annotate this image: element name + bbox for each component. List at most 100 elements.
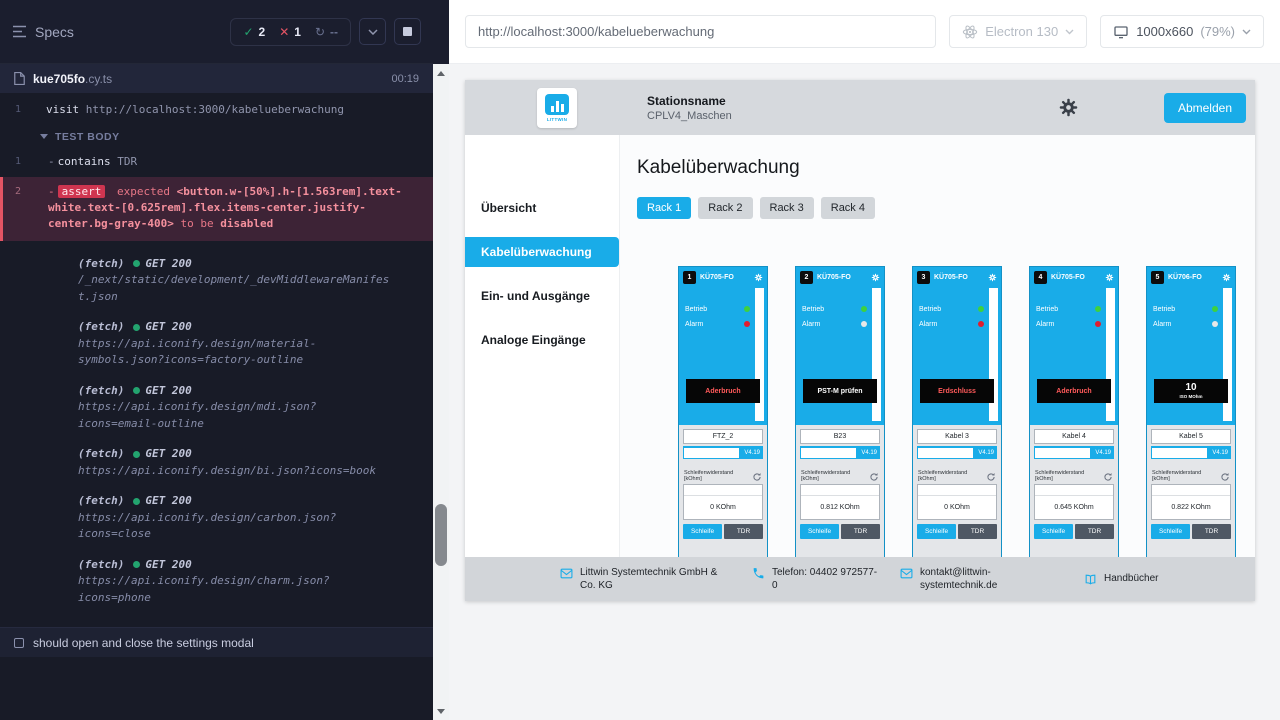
command-method: contains	[58, 155, 111, 168]
refresh-icon[interactable]	[869, 472, 879, 482]
fetch-status: GET 200	[145, 557, 191, 574]
network-log-entry[interactable]: (fetch)GET 200/_next/static/development/…	[0, 249, 433, 313]
command-visit[interactable]: 1 visit http://localhost:3000/kabelueber…	[0, 99, 433, 121]
card-gear-icon[interactable]	[1105, 273, 1114, 282]
aut-toolbar: http://localhost:3000/kabelueberwachung …	[449, 0, 1280, 64]
browser-selector[interactable]: Electron 130	[949, 15, 1087, 48]
cross-icon: ✕	[279, 25, 289, 39]
url-bar[interactable]: http://localhost:3000/kabelueberwachung	[465, 15, 936, 48]
footer-item: kontakt@littwin-systemtechnik.de	[900, 566, 1042, 592]
app-body: Übersicht Kabelüberwachung Ein- und Ausgän…	[465, 135, 1255, 601]
command-assert-failed[interactable]: 2 -assert expected <button.w-[50%].h-[1.…	[0, 177, 433, 241]
betrieb-led	[861, 306, 867, 312]
network-log-entry[interactable]: (fetch)GET 200https://api.iconify.design…	[0, 439, 433, 486]
network-log-entry[interactable]: (fetch)GET 200https://api.iconify.design…	[0, 312, 433, 376]
status-display: 10ISO MOhm	[1154, 379, 1228, 403]
specs-menu[interactable]: Specs	[12, 24, 74, 40]
refresh-icon[interactable]	[986, 472, 996, 482]
betrieb-row: Betrieb	[796, 305, 884, 313]
rack-tab[interactable]: Rack 4	[821, 197, 875, 219]
card-gear-icon[interactable]	[871, 273, 880, 282]
rack-tab[interactable]: Rack 1	[637, 197, 691, 219]
alarm-row: Alarm	[1147, 320, 1235, 328]
firmware-version: V4.19	[978, 450, 997, 456]
value-box-top	[801, 485, 879, 496]
pending-test[interactable]: should open and close the settings modal	[0, 627, 433, 657]
cypress-reporter: Specs ✓2 ✕1 ↻-- kue705fo.cy.ts 00:19	[0, 0, 433, 720]
resistance-value: 0.822 KOhm	[1152, 496, 1230, 519]
tdr-button[interactable]: TDR	[958, 524, 997, 539]
alarm-label: Alarm	[1036, 321, 1054, 328]
schleife-button[interactable]: Schleife	[1034, 524, 1073, 539]
rack-tab[interactable]: Rack 3	[760, 197, 814, 219]
littwin-logo: LITTWIN	[537, 88, 577, 128]
refresh-icon[interactable]	[752, 472, 762, 482]
logo-text: LITTWIN	[547, 117, 567, 122]
card-gear-icon[interactable]	[1222, 273, 1231, 282]
network-log-entry[interactable]: (fetch)GET 200https://api.iconify.design…	[0, 376, 433, 440]
command-log: 1 visit http://localhost:3000/kabelueber…	[0, 93, 433, 720]
nav-item[interactable]: Ein- und Ausgänge	[465, 281, 619, 311]
resistance-value: 0.645 KOhm	[1035, 496, 1113, 519]
settings-gear-icon[interactable]	[1058, 97, 1079, 118]
tdr-button[interactable]: TDR	[841, 524, 880, 539]
child-dash: -	[48, 155, 55, 168]
card-model: KÜ705-FO	[700, 274, 750, 281]
nav-item[interactable]: Kabelüberwachung	[465, 237, 619, 267]
value-box-top	[918, 485, 996, 496]
scrollbar-track[interactable]	[433, 64, 449, 720]
nav-item[interactable]: Analoge Eingänge	[465, 325, 619, 355]
betrieb-label: Betrieb	[685, 306, 707, 313]
status-display: Erdschluss	[920, 379, 994, 403]
chevron-down-icon	[368, 29, 378, 35]
mail-icon	[900, 567, 913, 580]
card-number: 5	[1151, 271, 1164, 284]
footer-item: Handbücher	[1084, 572, 1158, 586]
rack-tab[interactable]: Rack 2	[698, 197, 752, 219]
network-log-entry[interactable]: (fetch)GET 200https://api.iconify.design…	[0, 486, 433, 550]
resistance-value-box: 0.645 KOhm	[1034, 484, 1114, 520]
station-info: Stationsname CPLV4_Maschen	[647, 94, 732, 122]
schleife-button[interactable]: Schleife	[1151, 524, 1190, 539]
app-header: LITTWIN Stationsname CPLV4_Maschen Abmel…	[465, 80, 1255, 135]
spec-header[interactable]: kue705fo.cy.ts 00:19	[0, 64, 433, 93]
schleife-button[interactable]: Schleife	[800, 524, 839, 539]
version-field	[1035, 448, 1090, 458]
schleife-button[interactable]: Schleife	[917, 524, 956, 539]
version-row: V4.19	[1151, 446, 1231, 459]
viewport-selector[interactable]: 1000x660 (79%)	[1100, 15, 1264, 48]
cable-name-field[interactable]: FTZ_2	[683, 429, 763, 444]
card-gear-icon[interactable]	[988, 273, 997, 282]
schleife-button[interactable]: Schleife	[683, 524, 722, 539]
logout-button[interactable]: Abmelden	[1164, 93, 1246, 123]
cable-name-field[interactable]: Kabel 4	[1034, 429, 1114, 444]
cable-name-field[interactable]: Kabel 3	[917, 429, 997, 444]
alarm-row: Alarm	[913, 320, 1001, 328]
stop-button[interactable]	[394, 18, 421, 45]
scroll-up-arrow[interactable]	[433, 66, 449, 80]
assert-badge: assert	[58, 185, 106, 198]
network-log-entry[interactable]: (fetch)GET 200https://api.iconify.design…	[0, 550, 433, 614]
tdr-button[interactable]: TDR	[1192, 524, 1231, 539]
firmware-version: V4.19	[1212, 450, 1231, 456]
tdr-button[interactable]: TDR	[1075, 524, 1114, 539]
refresh-icon[interactable]	[1220, 472, 1230, 482]
betrieb-row: Betrieb	[1030, 305, 1118, 313]
scroll-thumb[interactable]	[435, 504, 447, 566]
tdr-button[interactable]: TDR	[724, 524, 763, 539]
refresh-icon[interactable]	[1103, 472, 1113, 482]
card-number: 2	[800, 271, 813, 284]
cable-name-field[interactable]: B23	[800, 429, 880, 444]
cable-name-field[interactable]: Kabel 5	[1151, 429, 1231, 444]
scroll-down-arrow[interactable]	[433, 704, 449, 718]
nav-item[interactable]: Übersicht	[465, 193, 619, 223]
resistance-label: Schleifenwiderstand [kOhm]	[1152, 470, 1220, 482]
card-gear-icon[interactable]	[754, 273, 763, 282]
value-box-top	[1035, 485, 1113, 496]
collapse-runs-button[interactable]	[359, 18, 386, 45]
reporter-scrollbar[interactable]	[433, 0, 449, 720]
test-body-header[interactable]: TEST BODY	[0, 121, 433, 151]
command-contains[interactable]: 1 -contains TDR	[0, 151, 433, 173]
book-icon	[1084, 573, 1097, 586]
chevron-down-icon	[1065, 29, 1074, 35]
